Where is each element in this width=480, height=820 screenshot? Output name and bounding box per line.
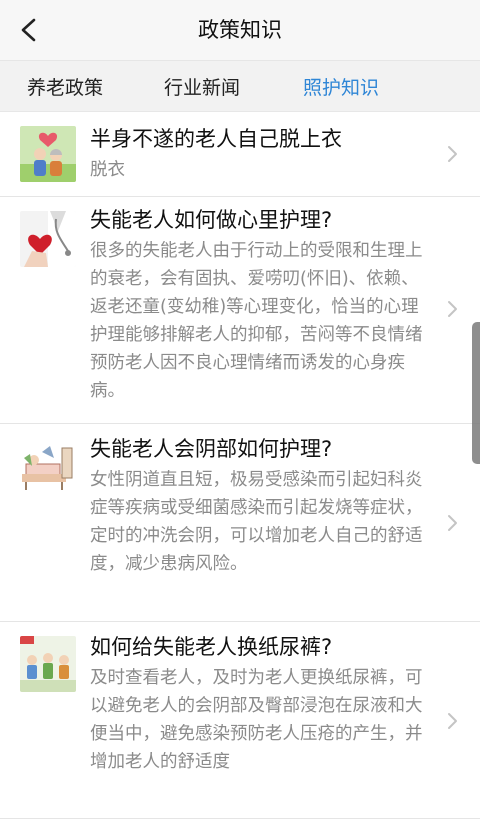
chevron-right-icon (448, 146, 457, 162)
elderly-group-thumbnail (20, 636, 76, 692)
tab-elderly-policy[interactable]: 养老政策 (27, 73, 103, 100)
app-header: 政策知识 (0, 0, 480, 61)
page-title: 政策知识 (198, 18, 282, 42)
article-summary: 很多的失能老人由于行动上的受限和生理上的衰老，会有固执、爱唠叨(怀旧)、依赖、返… (90, 241, 423, 401)
tab-care-knowledge[interactable]: 照护知识 (303, 73, 379, 100)
doctor-heart-thumbnail (20, 211, 76, 267)
list-item[interactable]: 失能老人如何做心里护理? 很多的失能老人由于行动上的受限和生理上的衰老，会有固执… (0, 197, 480, 424)
article-summary: 脱衣 (90, 160, 125, 180)
chevron-right-icon (448, 515, 457, 531)
article-title: 失能老人会阴部如何护理? (90, 437, 333, 461)
tab-industry-news[interactable]: 行业新闻 (164, 73, 240, 100)
article-title: 半身不遂的老人自己脱上衣 (90, 127, 342, 151)
chevron-right-icon (448, 301, 457, 317)
bed-care-thumbnail (20, 438, 76, 494)
chevron-right-icon (448, 713, 457, 729)
article-summary: 及时查看老人，及时为老人更换纸尿裤，可以避免老人的会阴部及臀部浸泡在尿液和大便当… (90, 668, 423, 772)
list-item[interactable]: 半身不遂的老人自己脱上衣 脱衣 (0, 112, 480, 197)
list-item[interactable]: 如何给失能老人换纸尿裤? 及时查看老人，及时为老人更换纸尿裤，可以避免老人的会阴… (0, 622, 480, 819)
article-title: 如何给失能老人换纸尿裤? (90, 635, 333, 659)
list-item[interactable]: 失能老人会阴部如何护理? 女性阴道直且短，极易受感染而引起妇科炎症等疾病或受细菌… (0, 424, 480, 622)
elderly-couple-thumbnail (20, 126, 76, 182)
article-title: 失能老人如何做心里护理? (90, 208, 333, 232)
article-summary: 女性阴道直且短，极易受感染而引起妇科炎症等疾病或受细菌感染而引起发烧等症状，定时… (90, 470, 423, 574)
scrollbar[interactable] (472, 322, 480, 464)
category-tabs: 养老政策 行业新闻 照护知识 (0, 61, 480, 112)
article-list: 半身不遂的老人自己脱上衣 脱衣 失能老人如何做心里护理? 很多的失能老人由于行动… (0, 112, 480, 819)
